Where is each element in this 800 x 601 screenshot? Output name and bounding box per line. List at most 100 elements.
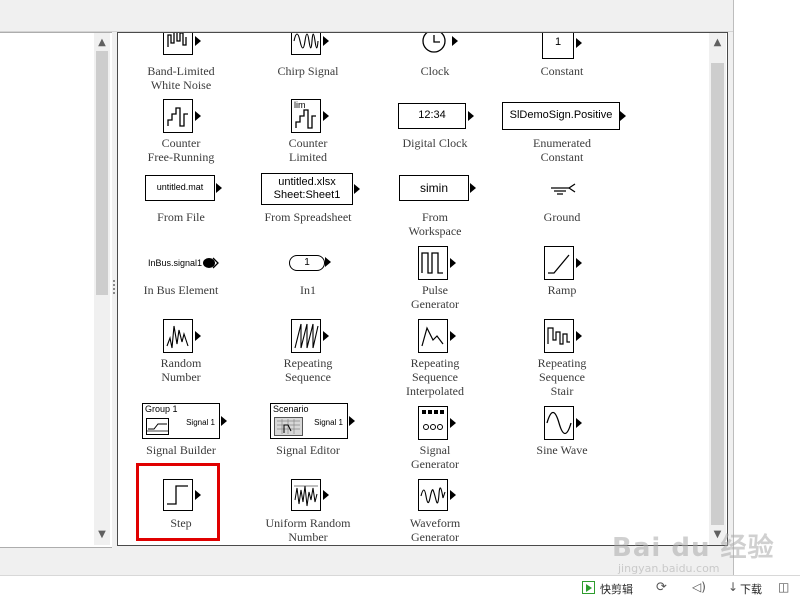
uniform-random-number-icon bbox=[291, 479, 321, 511]
block-from-file[interactable]: untitled.mat From File bbox=[118, 173, 244, 239]
block-label: Counter Limited bbox=[288, 136, 328, 164]
from-spreadsheet-value-1: untitled.xlsx bbox=[278, 176, 336, 188]
block-label: Counter Free-Running bbox=[147, 136, 215, 164]
random-number-icon bbox=[163, 319, 193, 353]
in-bus-element-value: InBus.signal1 bbox=[148, 258, 203, 268]
signal-builder-icon: Group 1 Signal 1 bbox=[142, 403, 220, 439]
repeating-sequence-stair-icon bbox=[544, 319, 574, 353]
block-repeating-sequence[interactable]: Repeating Sequence bbox=[245, 319, 371, 391]
block-pane-scrollbar[interactable]: ▲ ▼ bbox=[709, 33, 726, 545]
scroll-up-arrow-icon[interactable]: ▲ bbox=[709, 35, 726, 51]
from-file-icon: untitled.mat bbox=[145, 175, 215, 201]
block-label: Clock bbox=[420, 64, 450, 78]
signal-editor-icon: Scenario Signal 1 bbox=[270, 403, 348, 439]
watermark-brand: Bai du 经验 bbox=[612, 533, 775, 563]
block-label: Signal Builder bbox=[146, 443, 216, 457]
block-counter-free-running[interactable]: Counter Free-Running bbox=[118, 99, 244, 165]
counter-limited-icon: lim bbox=[291, 99, 321, 133]
block-signal-editor[interactable]: Scenario Signal 1 Signal Editor bbox=[245, 403, 371, 469]
enumerated-constant-value: SlDemoSign.Positive bbox=[509, 109, 613, 121]
block-label: From Workspace bbox=[408, 210, 462, 238]
taskbar-item-quick-edit[interactable]: 快剪辑 bbox=[600, 581, 633, 597]
block-label: In1 bbox=[300, 283, 316, 297]
signal-generator-icon bbox=[418, 406, 448, 440]
sine-wave-icon bbox=[544, 406, 574, 440]
block-digital-clock[interactable]: 12:34 Digital Clock bbox=[372, 99, 498, 165]
ramp-icon bbox=[544, 246, 574, 280]
block-counter-limited[interactable]: lim Counter Limited bbox=[245, 99, 371, 165]
refresh-icon[interactable]: ⟳ bbox=[656, 580, 667, 595]
scroll-up-arrow-icon[interactable]: ▲ bbox=[94, 35, 110, 51]
block-label: Constant bbox=[540, 64, 584, 78]
signal-builder-signal: Signal 1 bbox=[186, 418, 215, 427]
block-label: Repeating Sequence Stair bbox=[537, 356, 587, 398]
constant-value: 1 bbox=[554, 36, 562, 48]
block-label: Waveform Generator bbox=[409, 516, 461, 544]
block-from-spreadsheet[interactable]: untitled.xlsx Sheet:Sheet1 From Spreadsh… bbox=[245, 173, 371, 239]
scroll-thumb[interactable] bbox=[96, 51, 108, 295]
download-icon[interactable]: ↓ bbox=[728, 580, 738, 594]
from-spreadsheet-icon: untitled.xlsx Sheet:Sheet1 bbox=[261, 173, 353, 205]
block-band-limited-white-noise[interactable]: Band-Limited White Noise bbox=[118, 33, 244, 93]
signal-editor-scenario: Scenario bbox=[273, 404, 309, 414]
scroll-thumb[interactable] bbox=[711, 63, 724, 525]
counter-free-running-icon bbox=[163, 99, 193, 133]
block-label: Sine Wave bbox=[536, 443, 588, 457]
block-label: In Bus Element bbox=[143, 283, 219, 297]
block-label: Digital Clock bbox=[402, 136, 468, 150]
block-label: Repeating Sequence bbox=[283, 356, 333, 384]
bus-element-icon bbox=[203, 257, 219, 269]
from-workspace-icon: simin bbox=[399, 175, 469, 201]
block-enumerated-constant[interactable]: SlDemoSign.Positive Enumerated Constant bbox=[499, 99, 626, 165]
constant-icon: 1 bbox=[542, 33, 574, 59]
block-pulse-generator[interactable]: Pulse Generator bbox=[372, 246, 498, 312]
block-label: Repeating Sequence Interpolated bbox=[406, 356, 464, 398]
scroll-down-arrow-icon[interactable]: ▼ bbox=[94, 527, 110, 543]
block-ramp[interactable]: Ramp bbox=[499, 246, 625, 312]
block-label: Ground bbox=[543, 210, 581, 224]
from-spreadsheet-value-2: Sheet:Sheet1 bbox=[273, 189, 341, 201]
block-chirp-signal[interactable]: Chirp Signal bbox=[245, 33, 371, 93]
pane-splitter[interactable] bbox=[112, 278, 116, 298]
block-ground[interactable]: Ground bbox=[499, 173, 625, 239]
window-icon[interactable]: ◫ bbox=[778, 580, 789, 594]
block-waveform-generator[interactable]: Waveform Generator bbox=[372, 477, 498, 544]
waveform-generator-icon bbox=[418, 479, 448, 511]
block-repeating-sequence-stair[interactable]: Repeating Sequence Stair bbox=[499, 319, 625, 398]
block-label: Signal Generator bbox=[411, 443, 459, 471]
watermark-url: jingyan.baidu.com bbox=[618, 562, 720, 575]
block-in1[interactable]: 1 In1 bbox=[245, 246, 371, 312]
clock-icon bbox=[422, 33, 446, 53]
block-uniform-random-number[interactable]: Uniform Random Number bbox=[245, 477, 371, 544]
block-label: Random Number bbox=[160, 356, 202, 384]
from-file-value: untitled.mat bbox=[156, 182, 204, 192]
block-signal-generator[interactable]: Signal Generator bbox=[372, 403, 498, 475]
desktop-background bbox=[734, 0, 800, 575]
tree-scrollbar[interactable]: ▲ ▼ bbox=[94, 33, 110, 545]
block-label: Signal Editor bbox=[276, 443, 340, 457]
in1-value: 1 bbox=[304, 257, 310, 268]
block-label: Enumerated Constant bbox=[533, 136, 591, 164]
enumerated-constant-icon: SlDemoSign.Positive bbox=[502, 102, 620, 130]
library-tree-pane[interactable]: ▲ ▼ bbox=[0, 32, 112, 548]
block-label: Band-Limited White Noise bbox=[147, 64, 215, 92]
speaker-icon[interactable]: ◁) bbox=[692, 580, 706, 594]
block-label: Pulse Generator bbox=[411, 283, 459, 311]
digital-clock-value: 12:34 bbox=[418, 109, 446, 121]
quick-edit-icon[interactable] bbox=[582, 581, 595, 594]
block-from-workspace[interactable]: simin From Workspace bbox=[372, 173, 498, 239]
block-signal-builder[interactable]: Group 1 Signal 1 Signal Builder bbox=[118, 403, 244, 469]
band-limited-white-noise-icon bbox=[163, 33, 193, 55]
block-random-number[interactable]: Random Number bbox=[118, 319, 244, 391]
taskbar-item-download[interactable]: 下载 bbox=[740, 581, 762, 597]
block-clock[interactable]: Clock bbox=[372, 33, 498, 93]
block-repeating-sequence-interpolated[interactable]: Repeating Sequence Interpolated bbox=[372, 319, 498, 398]
block-sine-wave[interactable]: Sine Wave bbox=[499, 403, 625, 469]
block-label: From Spreadsheet bbox=[264, 210, 352, 224]
block-constant[interactable]: 1 Constant bbox=[499, 33, 625, 93]
in1-icon: 1 bbox=[289, 255, 325, 271]
ground-icon bbox=[551, 183, 576, 195]
signal-editor-signal: Signal 1 bbox=[314, 418, 343, 427]
block-in-bus-element[interactable]: InBus.signal1 In Bus Element bbox=[118, 246, 244, 312]
step-highlight-box bbox=[136, 463, 220, 541]
